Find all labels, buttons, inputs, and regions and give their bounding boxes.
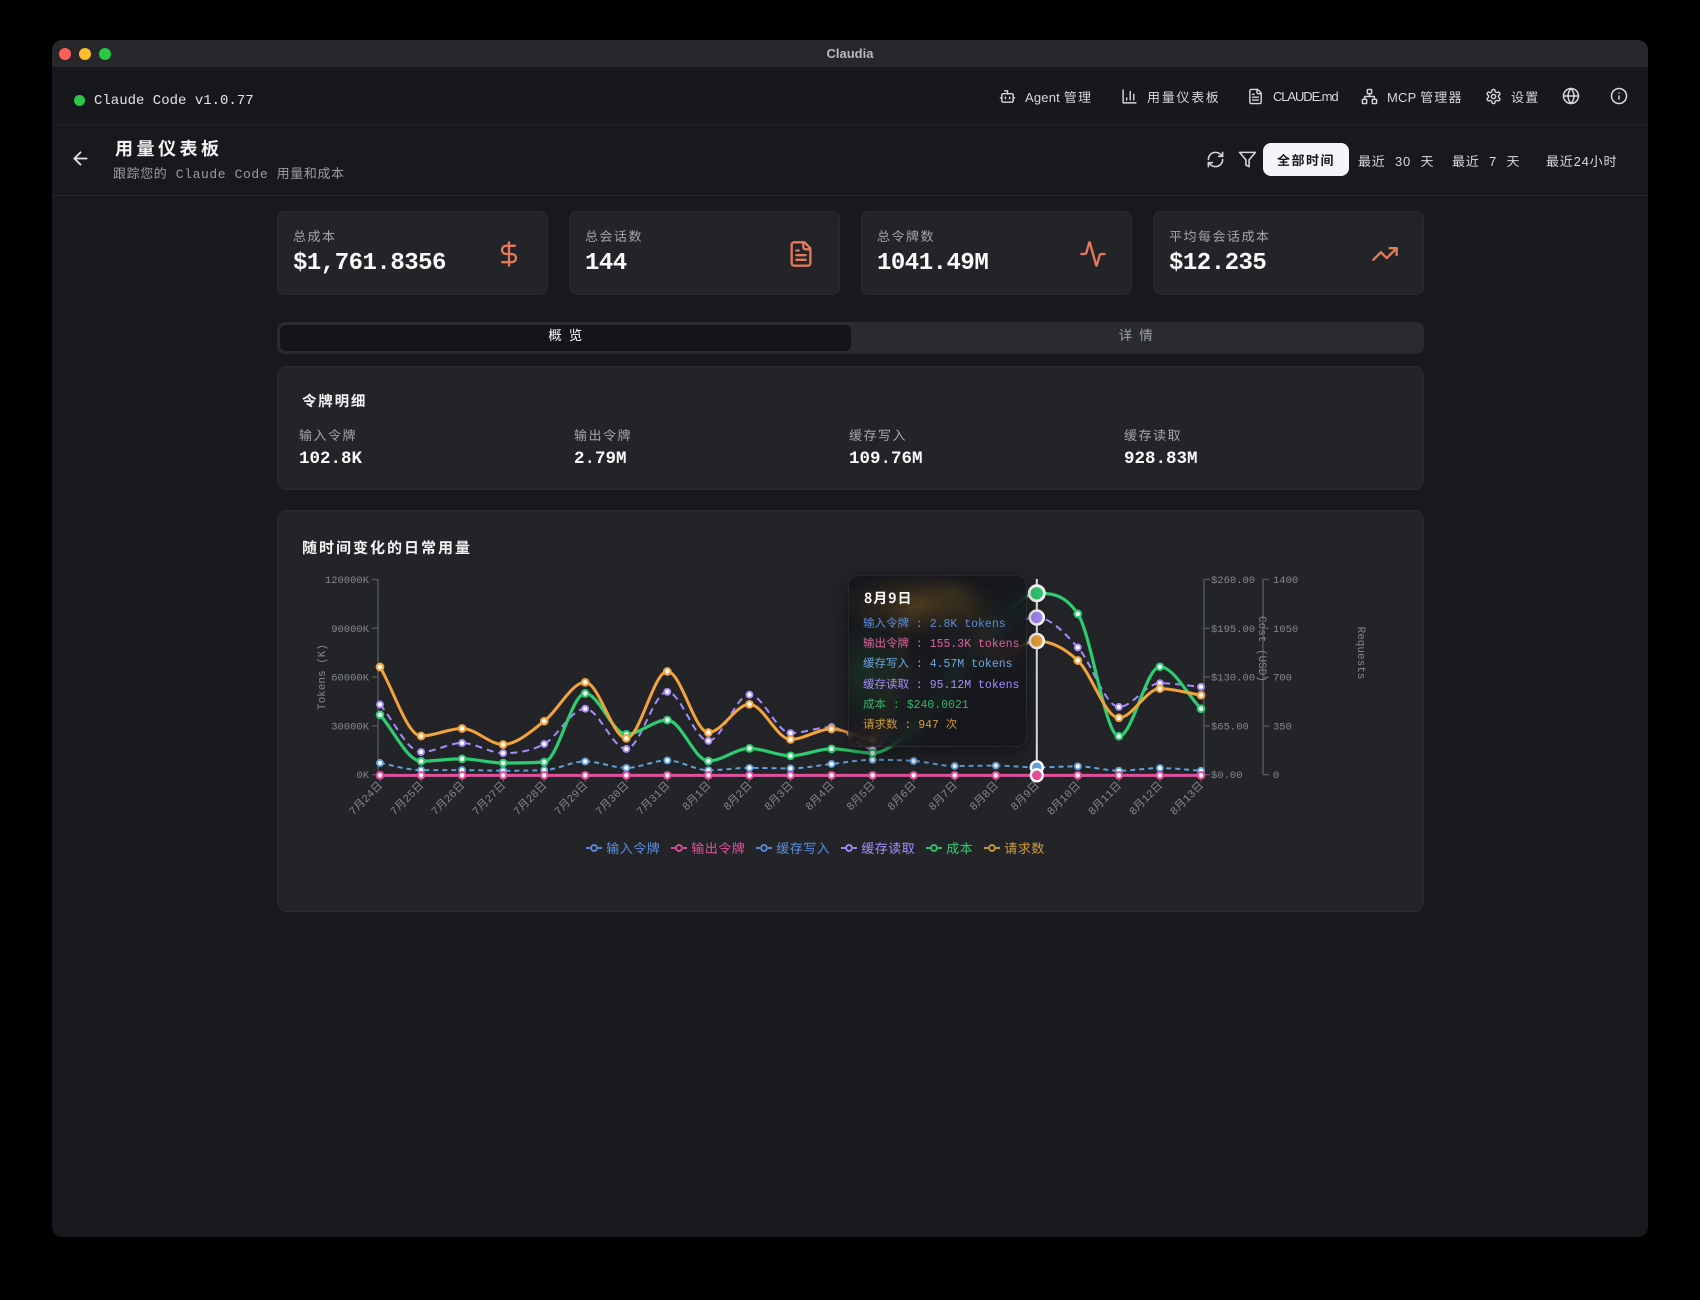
- svg-text:8月7日: 8月7日: [926, 780, 960, 814]
- svg-text:0: 0: [1273, 770, 1279, 782]
- svg-text:8月11日: 8月11日: [1086, 780, 1125, 819]
- svg-text:7月24日: 7月24日: [347, 780, 386, 819]
- svg-text:700: 700: [1273, 673, 1292, 685]
- svg-text:7月31日: 7月31日: [634, 780, 673, 819]
- svg-text:7月29日: 7月29日: [552, 780, 591, 819]
- svg-text:8月3日: 8月3日: [762, 780, 796, 814]
- svg-text:30000K: 30000K: [331, 721, 370, 733]
- svg-text:$260.00: $260.00: [1211, 575, 1255, 587]
- svg-text:8月6日: 8月6日: [885, 780, 919, 814]
- svg-text:Tokens (K): Tokens (K): [317, 644, 329, 710]
- svg-text:7月26日: 7月26日: [429, 780, 468, 819]
- svg-text:8月5日: 8月5日: [844, 780, 878, 814]
- svg-text:120000K: 120000K: [325, 575, 370, 587]
- svg-text:8月12日: 8月12日: [1127, 780, 1166, 819]
- svg-text:7月28日: 7月28日: [511, 780, 550, 819]
- svg-text:8月1日: 8月1日: [680, 780, 714, 814]
- svg-text:7月30日: 7月30日: [593, 780, 632, 819]
- svg-text:8月13日: 8月13日: [1168, 780, 1207, 819]
- svg-text:90000K: 90000K: [331, 624, 370, 636]
- svg-text:7月27日: 7月27日: [470, 780, 509, 819]
- svg-text:7月25日: 7月25日: [388, 780, 427, 819]
- svg-text:8月2日: 8月2日: [721, 780, 755, 814]
- svg-text:8月4日: 8月4日: [803, 780, 837, 814]
- svg-text:1400: 1400: [1273, 575, 1298, 587]
- svg-text:$130.00: $130.00: [1211, 673, 1255, 685]
- svg-text:$0.00: $0.00: [1211, 770, 1243, 782]
- svg-text:$195.00: $195.00: [1211, 624, 1255, 636]
- svg-text:1050: 1050: [1273, 624, 1298, 636]
- svg-text:Cost (USD): Cost (USD): [1255, 616, 1267, 682]
- svg-text:8月9日: 8月9日: [1009, 780, 1043, 814]
- svg-text:8月10日: 8月10日: [1045, 780, 1084, 819]
- svg-text:60000K: 60000K: [331, 673, 370, 685]
- svg-text:350: 350: [1273, 721, 1292, 733]
- svg-text:8月8日: 8月8日: [968, 780, 1002, 814]
- svg-text:0K: 0K: [356, 770, 369, 782]
- svg-text:$65.00: $65.00: [1211, 721, 1249, 733]
- svg-text:Requests: Requests: [1354, 627, 1366, 680]
